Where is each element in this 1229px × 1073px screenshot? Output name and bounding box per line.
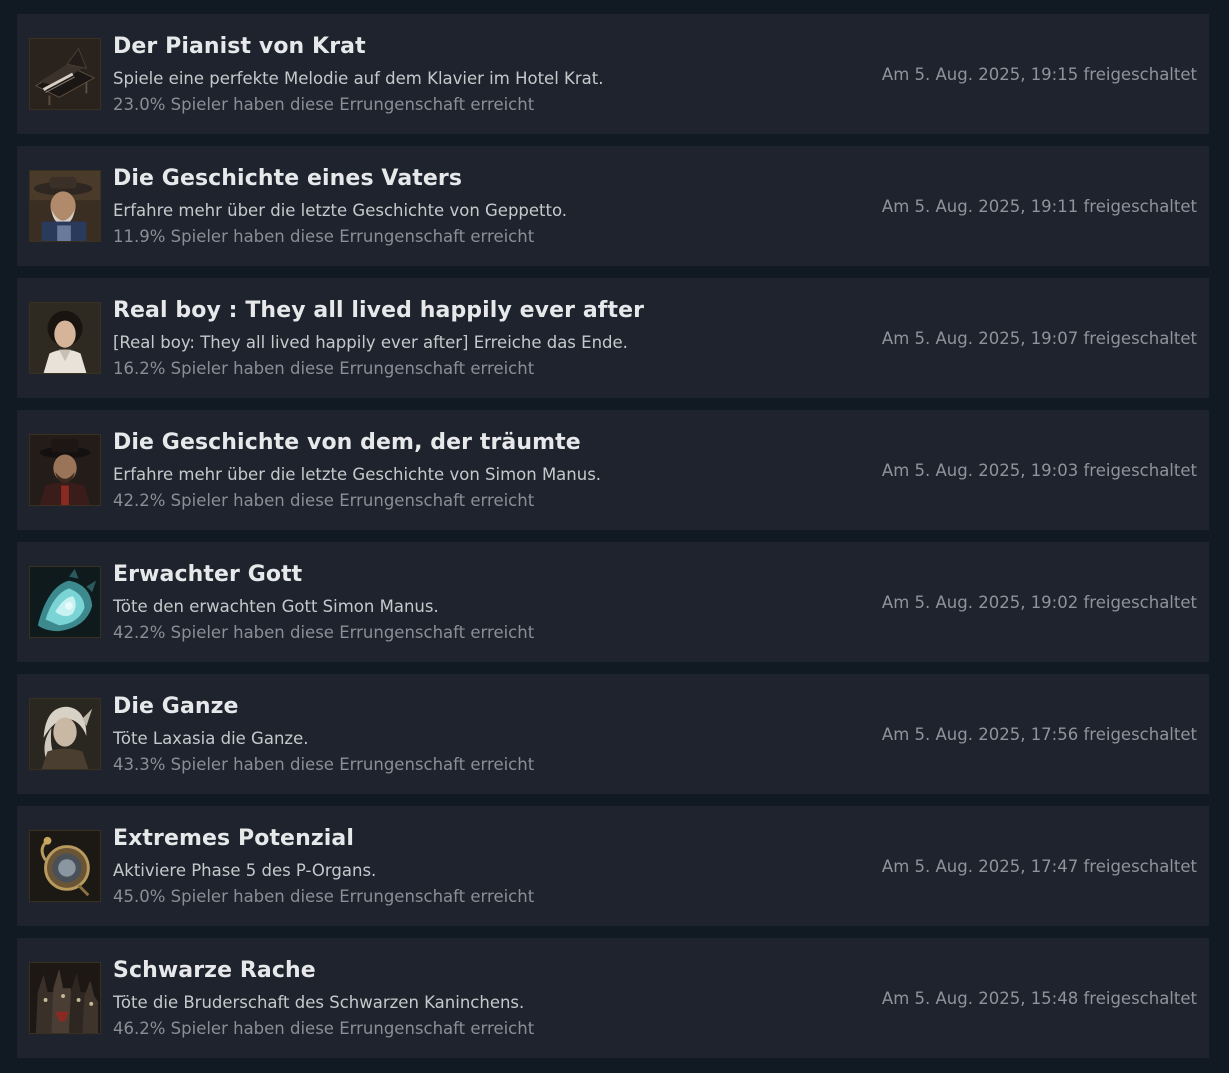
- achievement-percent: 16.2% Spieler haben diese Errungenschaft…: [113, 359, 535, 378]
- achievement-unlock-date: Am 5. Aug. 2025, 19:15 freigeschaltet: [881, 65, 1197, 84]
- achievement-row[interactable]: Extremes Potenzial Aktiviere Phase 5 des…: [17, 806, 1209, 926]
- achievement-unlock-date: Am 5. Aug. 2025, 17:47 freigeschaltet: [881, 857, 1197, 876]
- achievement-description: Töte den erwachten Gott Simon Manus.: [113, 597, 439, 616]
- awakened-god-icon: [29, 566, 101, 638]
- achievement-title: Die Geschichte von dem, der träumte: [113, 430, 581, 455]
- achievement-unlock-date: Am 5. Aug. 2025, 19:11 freigeschaltet: [881, 197, 1197, 216]
- black-rabbit-brotherhood-icon: [29, 962, 101, 1034]
- achievements-page: Der Pianist von Krat Spiele eine perfekt…: [0, 0, 1229, 1073]
- achievement-row[interactable]: Schwarze Rache Töte die Bruderschaft des…: [17, 938, 1209, 1058]
- achievement-description: Töte die Bruderschaft des Schwarzen Kani…: [113, 993, 525, 1012]
- achievement-row[interactable]: Die Geschichte eines Vaters Erfahre mehr…: [17, 146, 1209, 266]
- achievement-percent: 42.2% Spieler haben diese Errungenschaft…: [113, 491, 535, 510]
- achievement-row[interactable]: Die Geschichte von dem, der träumte Erfa…: [17, 410, 1209, 530]
- achievement-description: Spiele eine perfekte Melodie auf dem Kla…: [113, 69, 604, 88]
- achievement-percent: 46.2% Spieler haben diese Errungenschaft…: [113, 1019, 535, 1038]
- achievement-title: Schwarze Rache: [113, 958, 316, 983]
- achievement-percent: 45.0% Spieler haben diese Errungenschaft…: [113, 887, 535, 906]
- achievement-description: Erfahre mehr über die letzte Geschichte …: [113, 201, 568, 220]
- p-organ-icon: [29, 830, 101, 902]
- achievement-list: Der Pianist von Krat Spiele eine perfekt…: [17, 14, 1209, 1070]
- achievement-title: Erwachter Gott: [113, 562, 303, 587]
- achievement-unlock-date: Am 5. Aug. 2025, 19:07 freigeschaltet: [881, 329, 1197, 348]
- piano-icon: [29, 38, 101, 110]
- achievement-percent: 23.0% Spieler haben diese Errungenschaft…: [113, 95, 535, 114]
- achievement-description: [Real boy: They all lived happily ever a…: [113, 333, 628, 352]
- achievement-unlock-date: Am 5. Aug. 2025, 19:02 freigeschaltet: [881, 593, 1197, 612]
- achievement-percent: 42.2% Spieler haben diese Errungenschaft…: [113, 623, 535, 642]
- achievement-unlock-date: Am 5. Aug. 2025, 19:03 freigeschaltet: [881, 461, 1197, 480]
- achievement-row[interactable]: Real boy : They all lived happily ever a…: [17, 278, 1209, 398]
- achievement-title: Real boy : They all lived happily ever a…: [113, 298, 645, 323]
- achievement-row[interactable]: Erwachter Gott Töte den erwachten Gott S…: [17, 542, 1209, 662]
- man-in-hat-portrait-icon: [29, 434, 101, 506]
- achievement-percent: 43.3% Spieler haben diese Errungenschaft…: [113, 755, 535, 774]
- achievement-description: Erfahre mehr über die letzte Geschichte …: [113, 465, 602, 484]
- achievement-row[interactable]: Der Pianist von Krat Spiele eine perfekt…: [17, 14, 1209, 134]
- achievement-title: Die Geschichte eines Vaters: [113, 166, 463, 191]
- old-man-portrait-icon: [29, 170, 101, 242]
- achievement-title: Extremes Potenzial: [113, 826, 354, 851]
- achievement-description: Aktiviere Phase 5 des P-Organs.: [113, 861, 377, 880]
- achievement-description: Töte Laxasia die Ganze.: [113, 729, 309, 748]
- boy-portrait-icon: [29, 302, 101, 374]
- achievement-unlock-date: Am 5. Aug. 2025, 15:48 freigeschaltet: [881, 989, 1197, 1008]
- laxasia-portrait-icon: [29, 698, 101, 770]
- achievement-title: Die Ganze: [113, 694, 239, 719]
- achievement-unlock-date: Am 5. Aug. 2025, 17:56 freigeschaltet: [881, 725, 1197, 744]
- achievement-title: Der Pianist von Krat: [113, 34, 366, 59]
- achievement-row[interactable]: Die Ganze Töte Laxasia die Ganze. 43.3% …: [17, 674, 1209, 794]
- achievement-percent: 11.9% Spieler haben diese Errungenschaft…: [113, 227, 535, 246]
